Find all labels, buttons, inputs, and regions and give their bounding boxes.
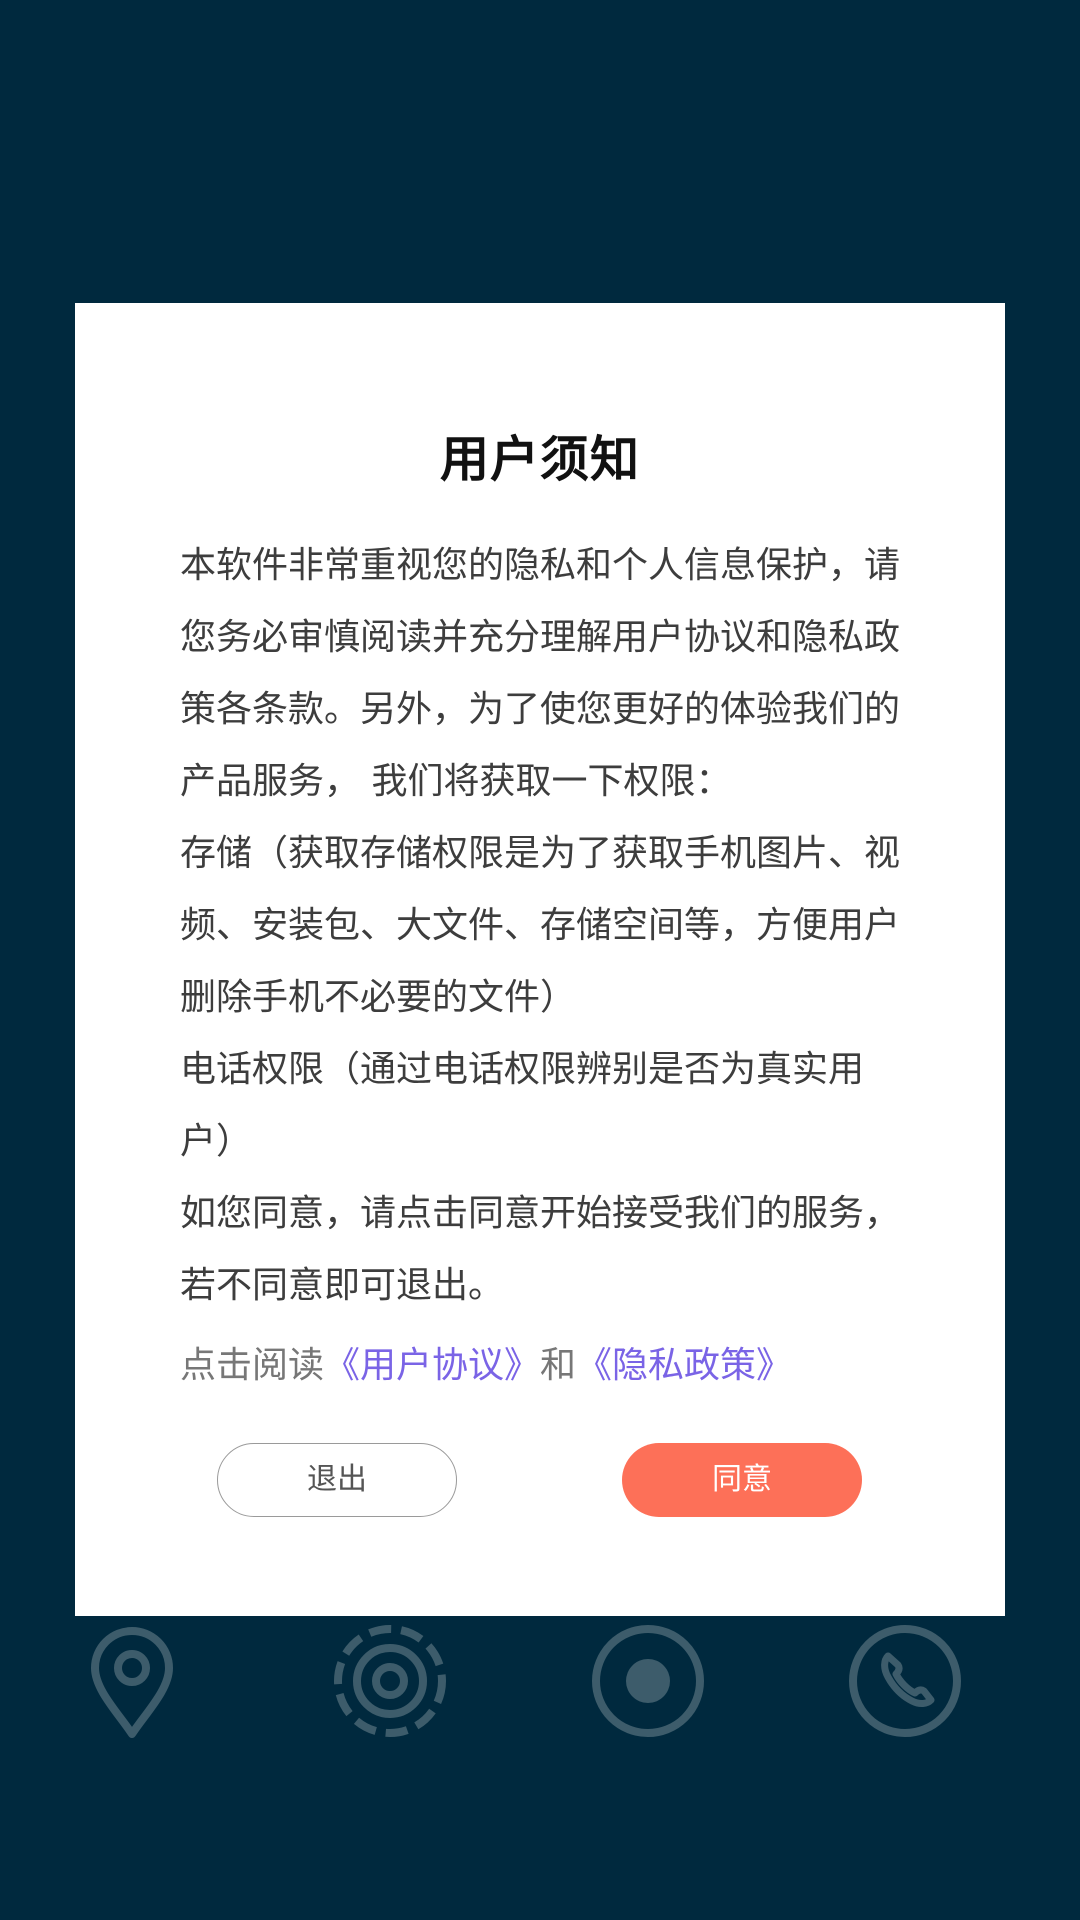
dialog-title: 用户须知 (439, 431, 640, 488)
user-agreement-link[interactable]: 《用户协议》 (324, 1345, 540, 1386)
phone-icon[interactable] (840, 1616, 970, 1746)
notice-paragraph-phone: 电话权限（通过电话权限辨别是否为真实用户） (180, 1049, 865, 1162)
privacy-policy-link[interactable]: 《隐私政策》 (576, 1345, 792, 1386)
notice-paragraph-storage: 存储（获取存储权限是为了获取手机图片、视频、安装包、大文件、存储空间等，方便用户… (180, 833, 901, 1018)
notice-paragraph-intro: 本软件非常重视您的隐私和个人信息保护，请您务必审慎阅读并充分理解用户协议和隐私政… (180, 545, 901, 802)
read-prefix: 点击阅读 (180, 1345, 325, 1386)
notice-paragraph-consent: 如您同意，请点击同意开始接受我们的服务，若不同意即可退出。 (180, 1193, 901, 1306)
bottom-icon-bar (0, 1616, 1080, 1746)
record-icon[interactable] (583, 1616, 713, 1746)
read-agreements-line: 点击阅读《用户协议》和《隐私政策》 (180, 1338, 960, 1394)
location-pin-icon[interactable] (67, 1616, 197, 1746)
dialog-body: 本软件非常重视您的隐私和个人信息保护，请您务必审慎阅读并充分理解用户协议和隐私政… (180, 530, 910, 1322)
agree-button[interactable]: 同意 (622, 1443, 862, 1517)
radar-scan-icon[interactable] (325, 1616, 455, 1746)
read-and: 和 (540, 1345, 577, 1386)
exit-button[interactable]: 退出 (217, 1443, 457, 1517)
